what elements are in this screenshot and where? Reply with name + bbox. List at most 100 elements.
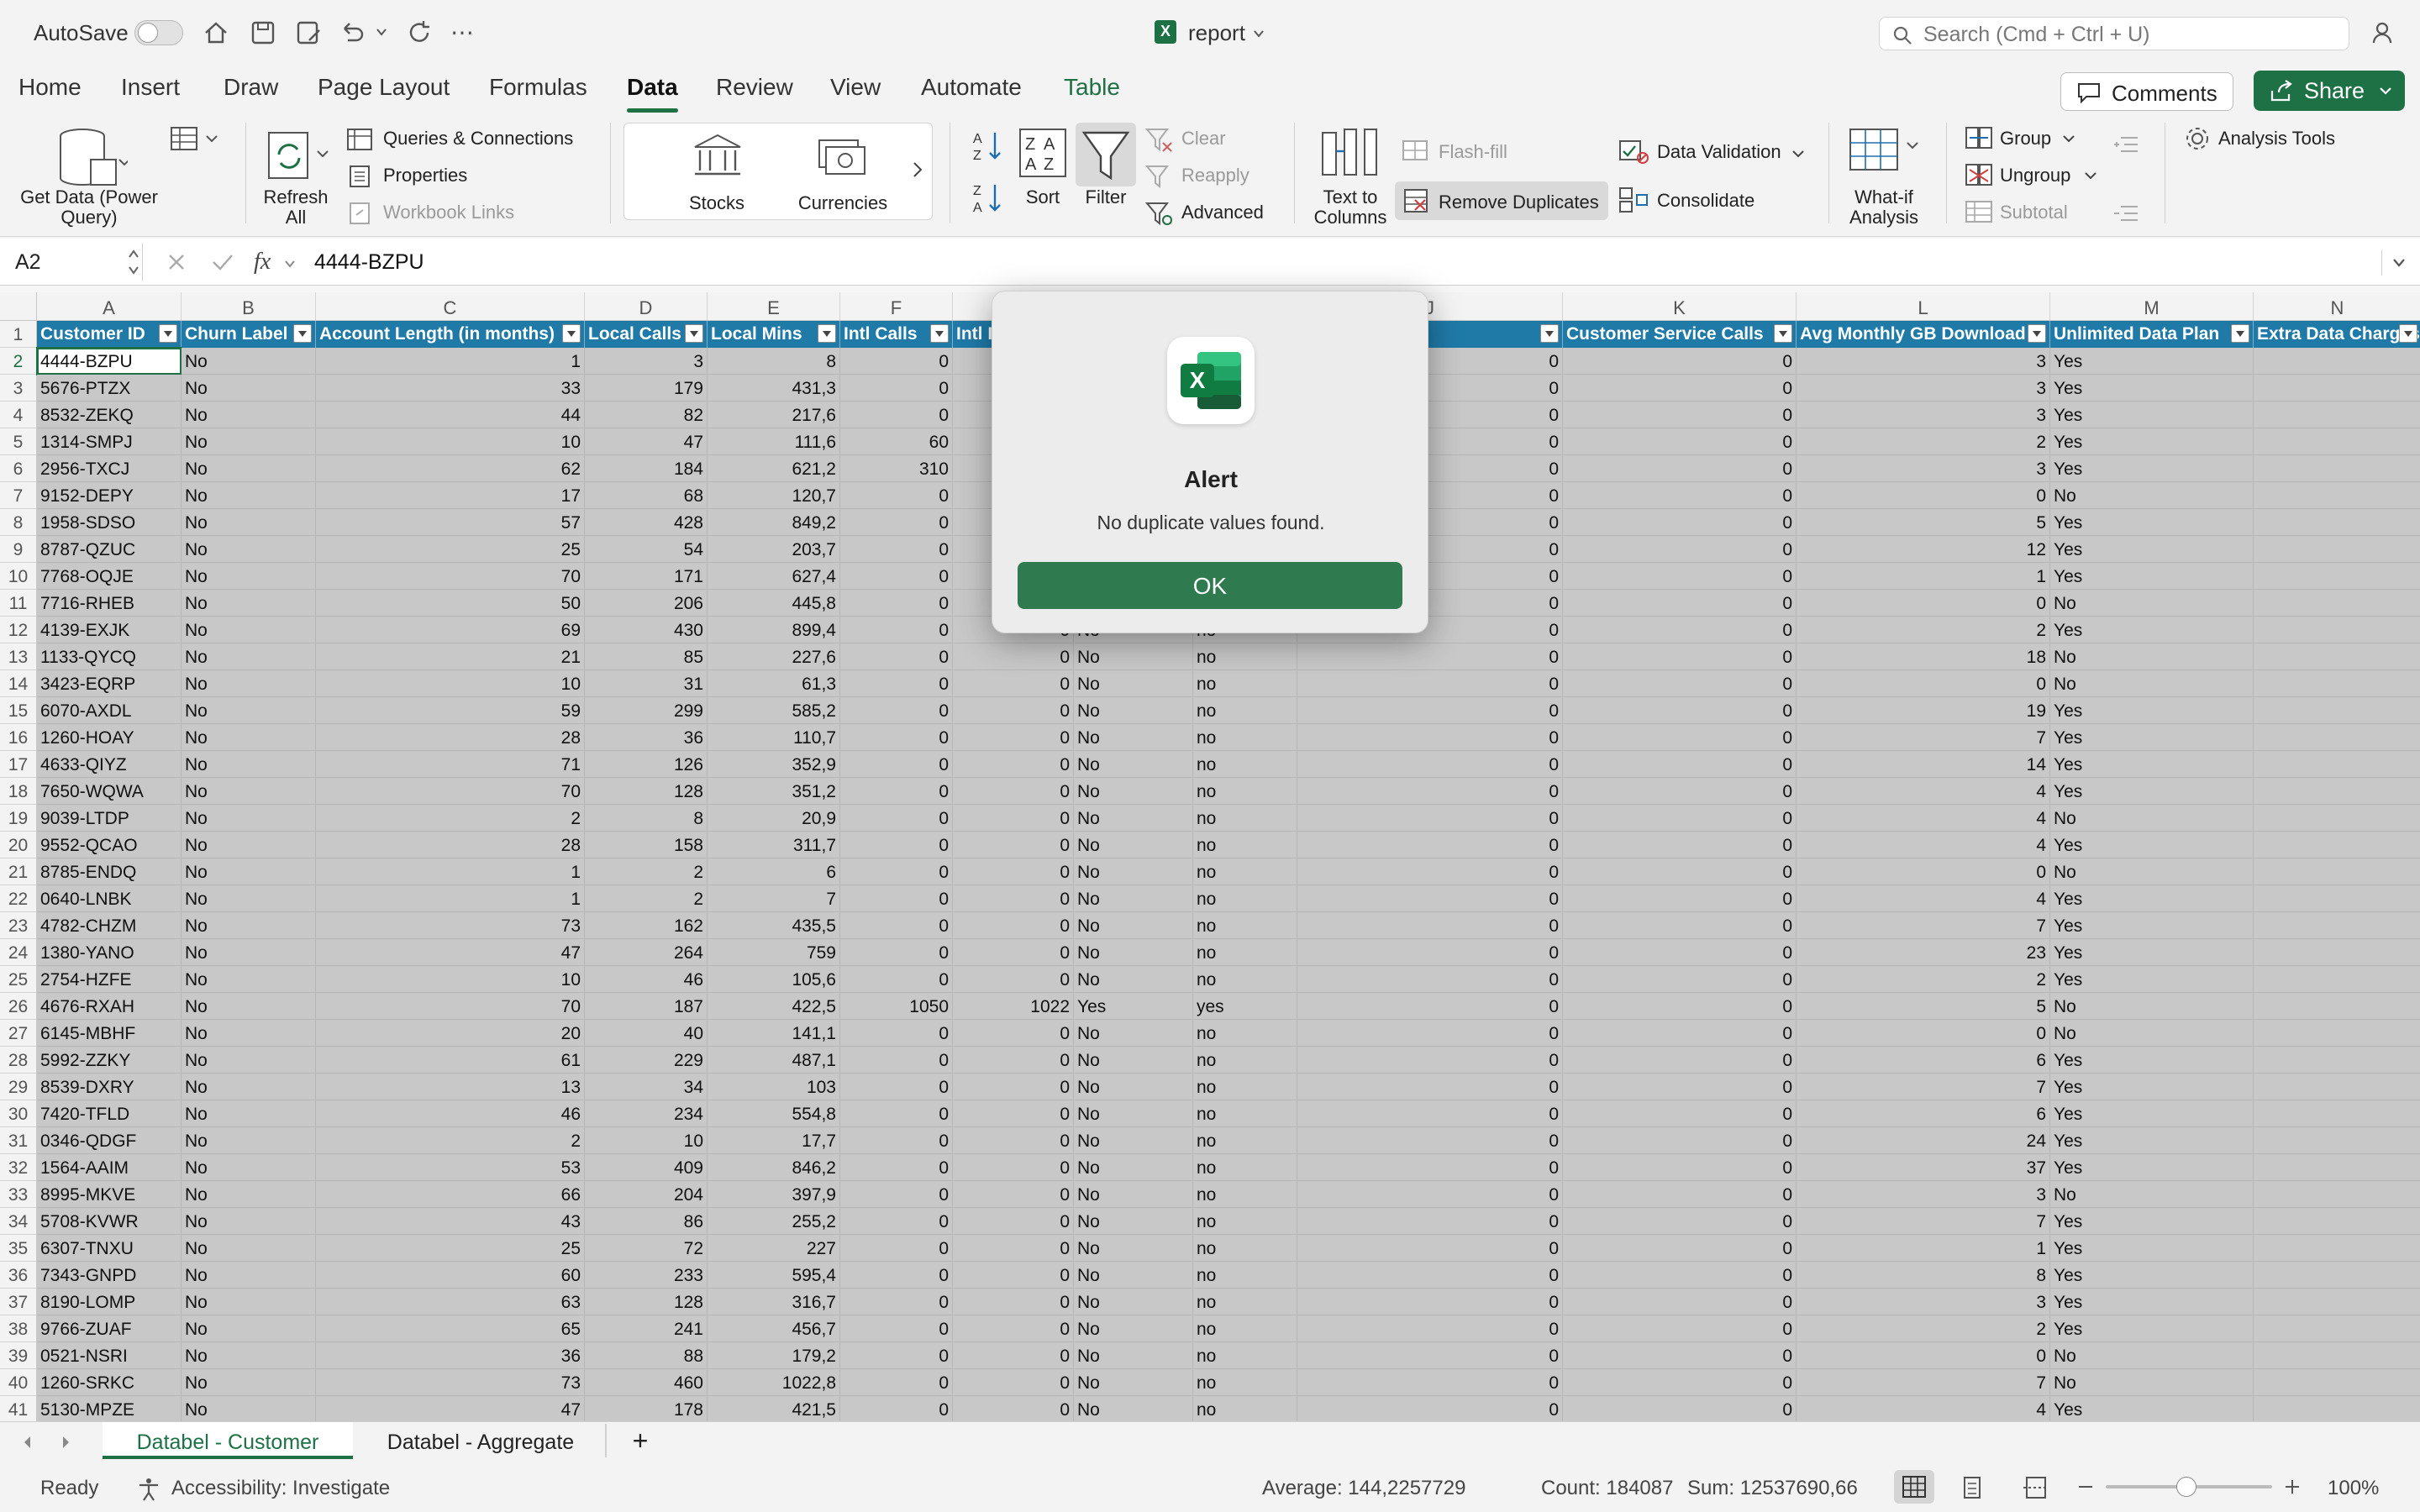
table-cell[interactable]: 0 <box>1297 724 1563 751</box>
formula-input[interactable]: 4444-BZPU <box>314 250 424 275</box>
table-cell[interactable]: 28 <box>316 724 585 751</box>
table-cell[interactable]: 0 <box>840 670 953 697</box>
table-cell[interactable]: No <box>2050 482 2254 509</box>
table-cell[interactable]: No <box>1074 643 1193 670</box>
table-cell[interactable]: No <box>182 482 316 509</box>
table-cell[interactable]: 43 <box>316 1208 585 1235</box>
table-cell[interactable]: 1260-HOAY <box>37 724 182 751</box>
table-cell[interactable]: 0 <box>953 1047 1074 1074</box>
table-cell[interactable]: No <box>1074 1289 1193 1315</box>
table-cell[interactable]: No <box>1074 1100 1193 1127</box>
table-cell[interactable]: 0 <box>1563 832 1797 858</box>
table-cell[interactable]: 428 <box>585 509 708 536</box>
table-cell[interactable]: no <box>1193 778 1297 805</box>
table-cell[interactable]: 5130-MPZE <box>37 1396 182 1421</box>
table-cell[interactable]: 20,9 <box>708 805 840 832</box>
cancel-icon[interactable] <box>165 250 188 274</box>
filter-dropdown-icon[interactable] <box>1540 324 1559 343</box>
table-cell[interactable]: 70 <box>316 563 585 590</box>
active-cell[interactable]: 4444-BZPU <box>36 347 182 375</box>
table-cell[interactable]: 0 <box>953 1315 1074 1342</box>
table-cell[interactable]: 7716-RHEB <box>37 590 182 617</box>
table-cell[interactable]: 60 <box>840 428 953 455</box>
table-cell[interactable]: 0 <box>1563 697 1797 724</box>
table-cell[interactable]: 0521-NSRI <box>37 1342 182 1369</box>
table-cell[interactable]: no <box>1193 858 1297 885</box>
row-header[interactable]: 15 <box>0 697 37 724</box>
table-cell[interactable]: 4 <box>1797 832 2050 858</box>
table-cell[interactable]: 0 <box>1563 563 1797 590</box>
row-header[interactable]: 23 <box>0 912 37 939</box>
table-cell[interactable]: 50 <box>316 590 585 617</box>
table-cell[interactable] <box>2254 428 2420 455</box>
advanced-button[interactable]: Advanced <box>1181 202 1264 223</box>
table-cell[interactable] <box>2254 1208 2420 1235</box>
table-cell[interactable]: 0 <box>840 348 953 375</box>
table-cell[interactable]: No <box>2050 590 2254 617</box>
table-cell[interactable]: No <box>1074 858 1193 885</box>
table-cell[interactable]: 47 <box>316 939 585 966</box>
table-cell[interactable]: 0 <box>840 1020 953 1047</box>
table-cell[interactable]: 4676-RXAH <box>37 993 182 1020</box>
tab-table[interactable]: Table <box>1064 74 1120 101</box>
table-cell[interactable]: 0 <box>953 1127 1074 1154</box>
table-cell[interactable]: 3 <box>1797 455 2050 482</box>
table-cell[interactable]: No <box>2050 1369 2254 1396</box>
table-cell[interactable]: 62 <box>316 455 585 482</box>
table-cell[interactable]: 10 <box>316 670 585 697</box>
table-cell[interactable]: 0 <box>840 563 953 590</box>
table-cell[interactable]: 0 <box>953 643 1074 670</box>
table-cell[interactable]: No <box>182 348 316 375</box>
table-cell[interactable]: 111,6 <box>708 428 840 455</box>
table-cell[interactable]: Yes <box>2050 1262 2254 1289</box>
table-cell[interactable]: 179 <box>585 375 708 402</box>
table-cell[interactable]: 0 <box>1297 1181 1563 1208</box>
table-cell[interactable]: 0 <box>1563 1154 1797 1181</box>
chevron-right-icon[interactable] <box>912 160 923 179</box>
table-cell[interactable]: 4633-QIYZ <box>37 751 182 778</box>
table-cell[interactable]: no <box>1193 1047 1297 1074</box>
table-cell[interactable]: 171 <box>585 563 708 590</box>
table-cell[interactable]: 0 <box>953 751 1074 778</box>
table-cell[interactable]: 1314-SMPJ <box>37 428 182 455</box>
table-cell[interactable]: No <box>1074 1127 1193 1154</box>
table-cell[interactable]: 0 <box>840 1100 953 1127</box>
column-header-col-m[interactable]: M <box>2050 292 2254 321</box>
row-header[interactable]: 24 <box>0 939 37 966</box>
filter-dropdown-icon[interactable] <box>1774 324 1792 343</box>
table-cell[interactable]: 0 <box>953 805 1074 832</box>
table-cell[interactable]: 7 <box>1797 1074 2050 1100</box>
table-cell[interactable]: 0 <box>840 1127 953 1154</box>
tab-data[interactable]: Data <box>627 74 678 113</box>
table-cell[interactable]: No <box>2050 993 2254 1020</box>
table-cell[interactable]: 0 <box>1297 670 1563 697</box>
data-validation-button[interactable]: Data Validation <box>1657 141 1781 163</box>
table-cell[interactable]: no <box>1193 751 1297 778</box>
table-cell[interactable]: 8190-LOMP <box>37 1289 182 1315</box>
table-cell[interactable]: no <box>1193 912 1297 939</box>
filter-dropdown-icon[interactable] <box>685 324 703 343</box>
table-cell[interactable]: 1050 <box>840 993 953 1020</box>
table-cell[interactable]: 0 <box>1563 1315 1797 1342</box>
table-cell[interactable]: 0 <box>1297 643 1563 670</box>
table-cell[interactable]: 0 <box>1563 778 1797 805</box>
table-cell[interactable]: 13 <box>316 1074 585 1100</box>
home-icon[interactable] <box>202 18 230 47</box>
workbook-links-button[interactable]: Workbook Links <box>383 202 514 223</box>
table-cell[interactable]: 73 <box>316 1369 585 1396</box>
table-cell[interactable]: 9039-LTDP <box>37 805 182 832</box>
table-cell[interactable]: No <box>182 939 316 966</box>
table-cell[interactable]: 7768-OQJE <box>37 563 182 590</box>
undo-icon[interactable] <box>338 18 366 47</box>
table-cell[interactable]: No <box>182 1154 316 1181</box>
filter-dropdown-icon[interactable] <box>818 324 836 343</box>
insert-function-icon[interactable]: fx <box>254 249 271 276</box>
column-header-col-f[interactable]: F <box>840 292 953 321</box>
table-cell[interactable]: 0 <box>1297 1396 1563 1421</box>
table-cell[interactable]: 0 <box>1563 1342 1797 1369</box>
table-cell[interactable]: 0 <box>1297 1047 1563 1074</box>
table-cell[interactable]: 316,7 <box>708 1289 840 1315</box>
table-cell[interactable]: 24 <box>1797 1127 2050 1154</box>
table-cell[interactable]: 158 <box>585 832 708 858</box>
table-cell[interactable]: 33 <box>316 375 585 402</box>
